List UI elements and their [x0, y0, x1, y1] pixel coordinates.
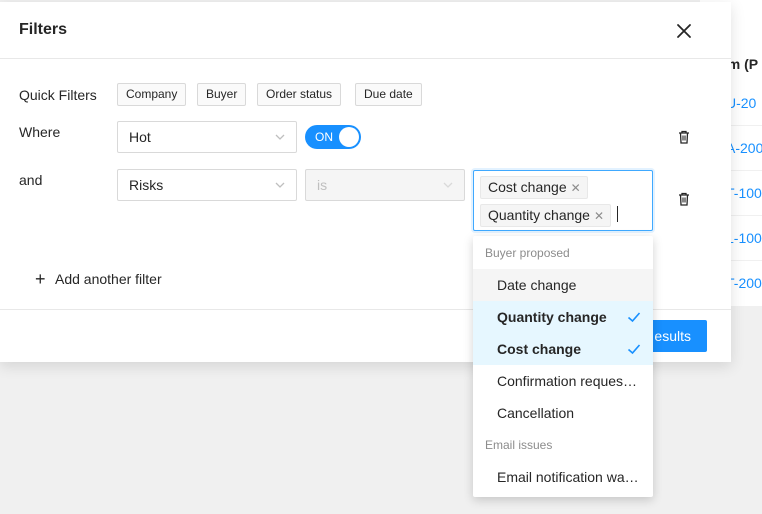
close-icon — [677, 24, 691, 38]
group-title-buyer-proposed: Buyer proposed — [485, 246, 570, 260]
trash-icon — [679, 192, 689, 206]
chevron-down-icon — [443, 182, 453, 188]
add-filter-label: Add another filter — [55, 271, 162, 288]
delete-filter-button[interactable] — [676, 191, 692, 207]
chevron-down-icon — [275, 134, 285, 140]
where-field-select[interactable]: Hot — [117, 121, 297, 153]
selected-tag: Quantity change ✕ — [480, 204, 612, 227]
quick-filter-chip-due-date[interactable]: Due date — [355, 83, 422, 106]
risks-dropdown-menu: Buyer proposed Date change Quantity chan… — [473, 236, 653, 497]
option-email-notification[interactable]: Email notification wa… — [473, 461, 653, 493]
check-icon — [627, 344, 641, 355]
and-field-select[interactable]: Risks — [117, 169, 297, 201]
quick-filter-chip-order-status[interactable]: Order status — [257, 83, 342, 106]
check-icon — [627, 312, 641, 323]
operator-select: is — [305, 169, 465, 201]
tag-label: Cost change — [488, 179, 567, 195]
and-label: and — [19, 172, 43, 188]
option-label: Confirmation reques… — [497, 373, 638, 389]
option-label: Cancellation — [497, 405, 575, 421]
option-cancellation[interactable]: Cancellation — [473, 397, 653, 429]
plus-icon: + — [35, 269, 46, 290]
option-label: Date change — [497, 277, 577, 293]
where-label: Where — [19, 124, 61, 140]
hot-toggle-switch[interactable]: ON — [305, 125, 361, 149]
quick-filters-label: Quick Filters — [19, 87, 97, 103]
selected-tag: Cost change ✕ — [480, 176, 588, 199]
option-label: Cost change — [497, 341, 582, 357]
operator-value: is — [317, 177, 328, 193]
chevron-down-icon — [275, 182, 285, 188]
background-cell-link[interactable]: A-200 — [726, 140, 762, 156]
quick-filter-chip-buyer[interactable]: Buyer — [197, 83, 247, 106]
text-cursor — [617, 206, 618, 222]
tag-label: Quantity change — [488, 207, 590, 223]
option-label: Quantity change — [497, 309, 607, 325]
delete-filter-button[interactable] — [676, 129, 692, 145]
option-quantity-change[interactable]: Quantity change — [473, 301, 653, 333]
toggle-knob — [339, 127, 359, 147]
background-cell-link[interactable]: T-100 — [726, 185, 762, 201]
option-confirmation-request[interactable]: Confirmation reques… — [473, 365, 653, 397]
quick-filter-chip-company[interactable]: Company — [117, 83, 187, 106]
group-title-email-issues: Email issues — [485, 438, 553, 452]
close-button[interactable] — [672, 19, 696, 43]
background-cell-link[interactable]: T-200 — [726, 275, 762, 291]
where-field-value: Hot — [129, 129, 151, 145]
background-cell-link[interactable]: L-100 — [726, 230, 762, 246]
and-field-value: Risks — [129, 177, 164, 193]
toggle-label: ON — [315, 130, 333, 144]
results-button-label: esults — [654, 328, 691, 344]
risks-multi-select[interactable]: Cost change ✕ Quantity change ✕ — [473, 170, 653, 231]
option-date-change[interactable]: Date change — [473, 269, 653, 301]
option-label: Email notification wa… — [497, 469, 639, 485]
remove-tag-icon[interactable]: ✕ — [594, 206, 604, 227]
modal-header: Filters — [0, 2, 731, 59]
remove-tag-icon[interactable]: ✕ — [571, 178, 581, 199]
option-cost-change[interactable]: Cost change — [473, 333, 653, 365]
trash-icon — [679, 130, 689, 144]
modal-title: Filters — [19, 21, 68, 38]
add-filter-button[interactable]: + Add another filter — [35, 270, 162, 290]
